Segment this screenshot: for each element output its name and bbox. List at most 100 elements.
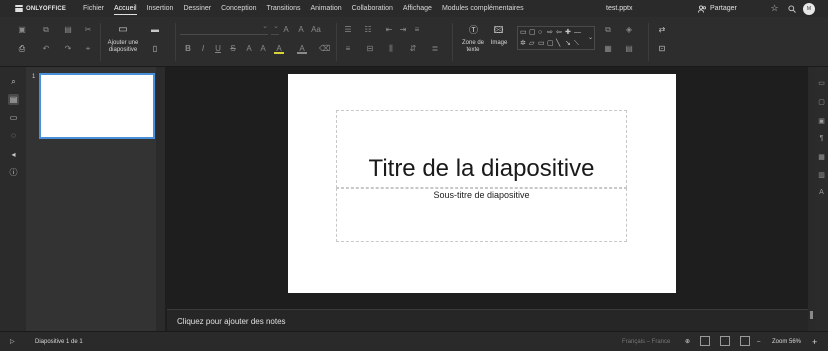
slideshow-icon[interactable]: ▷: [10, 332, 15, 351]
table-settings-icon[interactable]: ▦: [815, 153, 828, 161]
font-name-combo[interactable]: [180, 22, 268, 35]
fit-width-icon[interactable]: [740, 332, 750, 351]
slide-settings-icon[interactable]: ▭: [815, 79, 828, 87]
textart-settings-icon[interactable]: A: [815, 189, 828, 196]
title-placeholder[interactable]: Titre de la diapositive: [336, 110, 627, 188]
menu-item-insertion[interactable]: Insertion: [142, 0, 179, 17]
redo-icon[interactable]: ↷: [63, 44, 73, 54]
font-color-icon[interactable]: A: [297, 44, 307, 54]
menu-item-modules[interactable]: Modules complémentaires: [437, 0, 529, 17]
superscript-icon[interactable]: A: [244, 44, 254, 54]
copy-icon[interactable]: ⧉: [41, 25, 51, 35]
shape-settings-icon[interactable]: ▢: [815, 98, 828, 106]
clear-style-icon[interactable]: ⌫: [319, 44, 330, 54]
columns-icon[interactable]: ⫼: [386, 44, 396, 54]
arrange-icon[interactable]: ⧉: [603, 25, 613, 35]
canvas-vertical-scrollbar[interactable]: [808, 67, 815, 331]
menu-item-fichier[interactable]: Fichier: [78, 0, 109, 17]
right-arrow-shape-icon[interactable]: ⇨: [547, 29, 553, 37]
shapes-more-icon[interactable]: ⌄: [588, 34, 593, 42]
replace-icon[interactable]: ⇄: [657, 25, 667, 35]
align-left-icon[interactable]: ≡: [343, 44, 353, 54]
chat-icon[interactable]: ◌: [8, 130, 19, 141]
notes-placeholder[interactable]: Cliquez pour ajouter des notes: [177, 317, 286, 326]
text-box-button[interactable]: Ⓣ Zone de texte: [458, 23, 488, 59]
format-painter-icon[interactable]: ⌖: [83, 44, 93, 54]
search-icon[interactable]: ⌕: [8, 76, 19, 87]
rectangle-shape-icon[interactable]: ▭: [520, 29, 527, 37]
duplicate-slide-icon[interactable]: ▯: [150, 44, 160, 54]
font-size-combo[interactable]: [271, 22, 279, 35]
numbering-icon[interactable]: ☷: [363, 25, 373, 35]
favorite-star-icon[interactable]: ☆: [766, 0, 783, 17]
window-menu-icon[interactable]: [818, 0, 828, 17]
user-avatar[interactable]: M: [803, 2, 815, 15]
fit-slide-icon[interactable]: [720, 332, 730, 351]
menu-item-animation[interactable]: Animation: [305, 0, 346, 17]
image-settings-icon[interactable]: ▣: [815, 117, 828, 125]
info-icon[interactable]: ⓘ: [8, 167, 19, 178]
slide[interactable]: Titre de la diapositive Sous-titre de di…: [288, 74, 676, 293]
text-direction-icon[interactable]: ⇵: [408, 44, 418, 54]
subtitle-placeholder[interactable]: Sous-titre de diapositive: [336, 188, 627, 242]
select-all-icon[interactable]: ▤: [624, 44, 634, 54]
left-arrow-shape-icon[interactable]: ⇦: [556, 29, 562, 37]
menu-item-transitions[interactable]: Transitions: [262, 0, 306, 17]
paste-icon[interactable]: ▤: [63, 25, 73, 35]
callout-shape-icon[interactable]: ▭: [538, 40, 545, 48]
menu-item-accueil[interactable]: Accueil: [109, 0, 142, 17]
find-replace-icon[interactable]: ⊡: [657, 44, 667, 54]
notes-panel[interactable]: Cliquez pour ajouter des notes: [167, 309, 808, 331]
highlight-color-icon[interactable]: A: [274, 44, 284, 54]
increase-font-icon[interactable]: A: [281, 25, 291, 35]
group-icon[interactable]: ▦: [603, 44, 613, 54]
share-button[interactable]: Partager: [698, 0, 737, 17]
slide-title[interactable]: Titre de la diapositive: [337, 155, 626, 183]
slides-icon[interactable]: ▤: [8, 94, 19, 105]
image-button[interactable]: 🖾 Image: [488, 23, 510, 59]
chart-settings-icon[interactable]: ▥: [815, 171, 828, 179]
increase-indent-icon[interactable]: ⇥: [398, 25, 408, 35]
globe-icon[interactable]: ⊕: [685, 332, 690, 351]
cut-icon[interactable]: ✂: [83, 25, 93, 35]
zoom-level[interactable]: Zoom 56%: [772, 332, 801, 351]
add-slide-button[interactable]: ▭ Ajouter une diapositive: [103, 23, 143, 59]
change-case-icon[interactable]: Aa: [311, 25, 321, 35]
bold-icon[interactable]: B: [183, 44, 193, 54]
star-shape-icon[interactable]: ✲: [520, 40, 526, 48]
menu-item-collaboration[interactable]: Collaboration: [347, 0, 398, 17]
italic-icon[interactable]: I: [198, 44, 208, 54]
circle-shape-icon[interactable]: ○: [538, 29, 542, 37]
announce-icon[interactable]: ◂: [8, 149, 19, 160]
search-icon[interactable]: [783, 0, 800, 17]
save-icon[interactable]: ▣: [17, 25, 27, 35]
line-shape-icon[interactable]: ―: [574, 29, 581, 37]
layout-icon[interactable]: ▬: [150, 25, 160, 35]
align-right-icon[interactable]: ≣: [430, 44, 440, 54]
menu-item-conception[interactable]: Conception: [216, 0, 261, 17]
decrease-font-icon[interactable]: A: [296, 25, 306, 35]
line-diagonal-shape-icon[interactable]: ╲: [556, 40, 560, 48]
plus-shape-icon[interactable]: ✚: [565, 29, 571, 37]
connector-shape-icon[interactable]: ⟍: [574, 40, 579, 48]
parallelogram-shape-icon[interactable]: ▱: [529, 40, 534, 48]
bullets-icon[interactable]: ☰: [343, 25, 353, 35]
thumbnails-scrollbar[interactable]: [156, 67, 165, 331]
language-indicator[interactable]: Français – France: [622, 332, 670, 351]
line-spacing-icon[interactable]: ≡: [412, 25, 422, 35]
zoom-out-icon[interactable]: –: [757, 332, 760, 351]
strikethrough-icon[interactable]: S: [228, 44, 238, 54]
print-icon[interactable]: ⎙: [17, 44, 27, 54]
frame-shape-icon[interactable]: ▢: [547, 40, 554, 48]
rounded-rectangle-shape-icon[interactable]: ▢: [529, 29, 536, 37]
paragraph-settings-icon[interactable]: ¶: [815, 135, 828, 142]
subscript-icon[interactable]: A: [258, 44, 268, 54]
slide-thumbnail[interactable]: [39, 73, 155, 139]
decrease-indent-icon[interactable]: ⇤: [384, 25, 394, 35]
vertical-align-icon[interactable]: ⊟: [365, 44, 375, 54]
menu-item-affichage[interactable]: Affichage: [398, 0, 437, 17]
arrow-line-shape-icon[interactable]: ↘: [565, 40, 571, 48]
menu-item-dessiner[interactable]: Dessiner: [178, 0, 216, 17]
comments-icon[interactable]: ▭: [8, 112, 19, 123]
shapes-gallery[interactable]: ▭ ▢ ○ ⇨ ⇦ ✚ ― ✲ ▱ ▭ ▢ ╲ ↘ ⟍ ⌄: [517, 26, 595, 50]
